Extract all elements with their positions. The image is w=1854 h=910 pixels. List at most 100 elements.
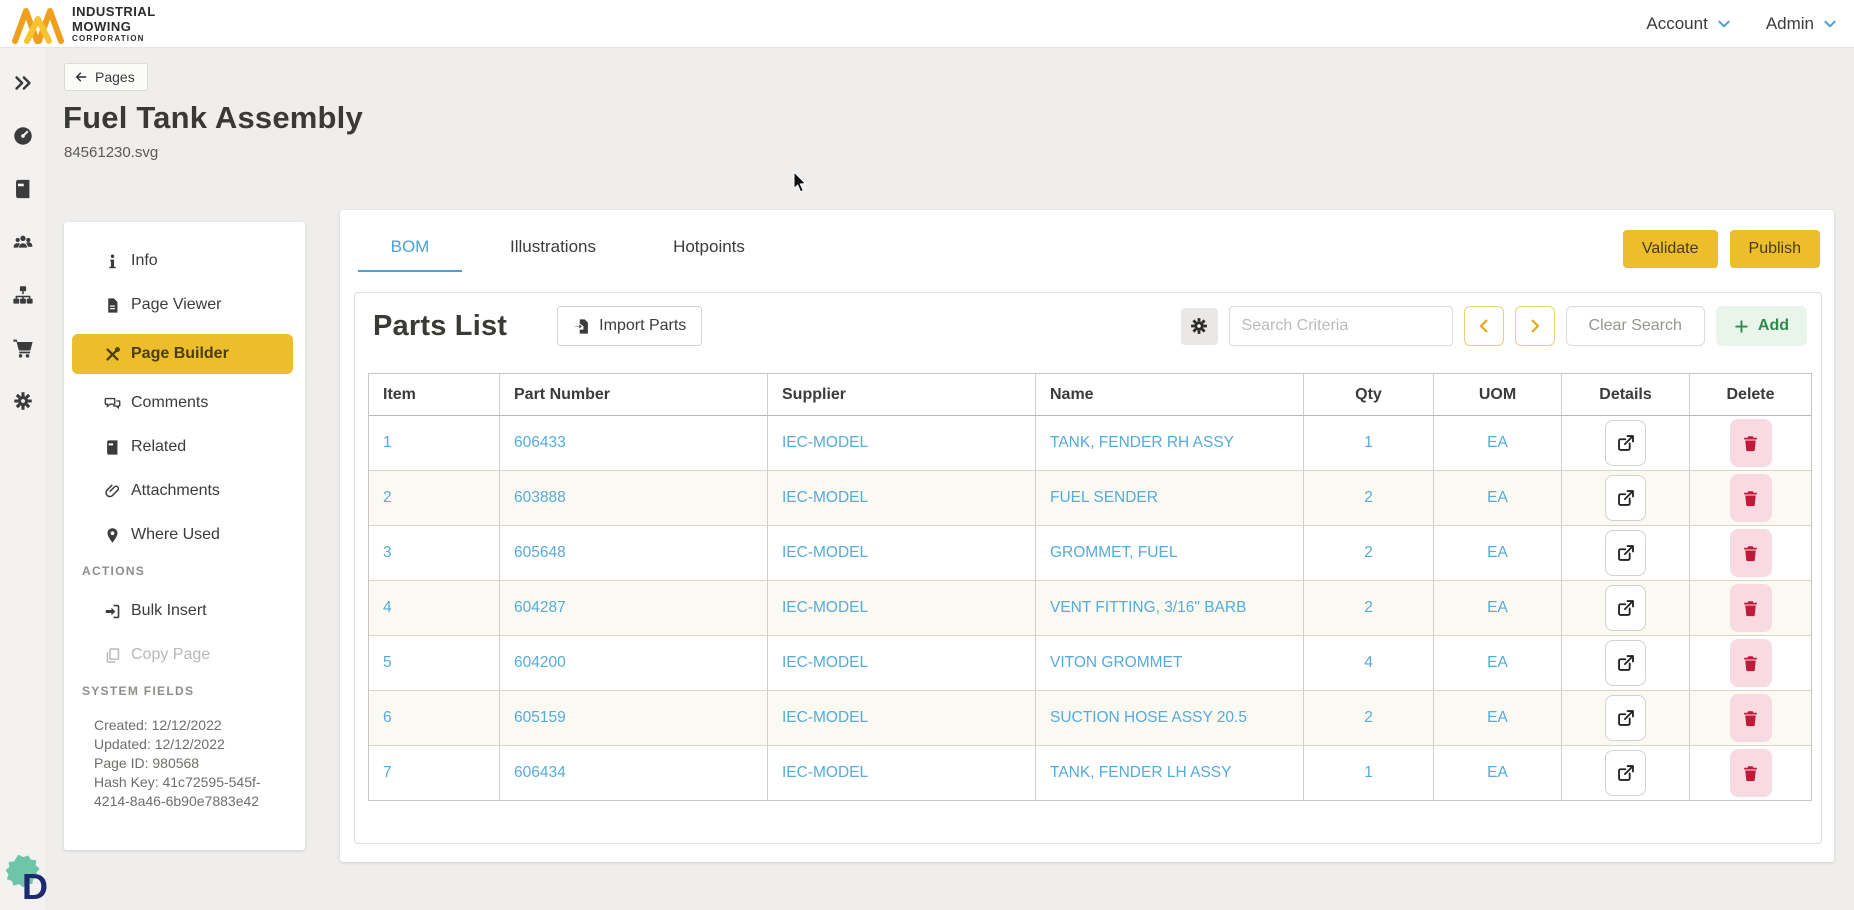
sidebar-item-page-builder[interactable]: Page Builder bbox=[72, 334, 293, 374]
qty-link[interactable]: 1 bbox=[1364, 764, 1373, 782]
delete-button[interactable] bbox=[1730, 749, 1772, 797]
supplier-link[interactable]: IEC-MODEL bbox=[782, 709, 868, 727]
sidebar-item-info[interactable]: Info bbox=[82, 246, 287, 276]
sitemap-icon[interactable] bbox=[12, 284, 34, 306]
tab-bom[interactable]: BOM bbox=[358, 228, 462, 272]
supplier-link[interactable]: IEC-MODEL bbox=[782, 544, 868, 562]
uom-link[interactable]: EA bbox=[1487, 709, 1508, 727]
name-link[interactable]: TANK, FENDER LH ASSY bbox=[1050, 764, 1231, 782]
users-icon[interactable] bbox=[12, 231, 34, 253]
supplier-link[interactable]: IEC-MODEL bbox=[782, 764, 868, 782]
delete-button[interactable] bbox=[1730, 694, 1772, 742]
clear-search-button[interactable]: Clear Search bbox=[1566, 306, 1705, 346]
dashboard-icon[interactable] bbox=[12, 125, 34, 147]
qty-link[interactable]: 2 bbox=[1364, 599, 1373, 617]
details-button[interactable] bbox=[1605, 695, 1646, 741]
uom-link[interactable]: EA bbox=[1487, 599, 1508, 617]
publish-button[interactable]: Publish bbox=[1730, 230, 1820, 268]
qty-link[interactable]: 2 bbox=[1364, 544, 1373, 562]
admin-menu[interactable]: Admin bbox=[1766, 14, 1838, 34]
name-link[interactable]: GROMMET, FUEL bbox=[1050, 544, 1177, 562]
sidebar-item-related[interactable]: Related bbox=[82, 432, 287, 462]
library-icon[interactable] bbox=[12, 178, 34, 200]
details-button[interactable] bbox=[1605, 640, 1646, 686]
details-button[interactable] bbox=[1605, 420, 1646, 466]
name-link[interactable]: TANK, FENDER RH ASSY bbox=[1050, 434, 1234, 452]
part-number-link[interactable]: 605648 bbox=[514, 544, 566, 562]
validate-button[interactable]: Validate bbox=[1623, 230, 1718, 268]
map-marker-icon bbox=[104, 527, 121, 544]
import-parts-button[interactable]: Import Parts bbox=[557, 306, 702, 346]
settings-icon[interactable] bbox=[12, 390, 34, 412]
external-link-icon bbox=[1615, 762, 1637, 784]
external-link-icon bbox=[1615, 487, 1637, 509]
supplier-link[interactable]: IEC-MODEL bbox=[782, 489, 868, 507]
item-link[interactable]: 4 bbox=[383, 599, 392, 617]
sidebar-item-comments[interactable]: Comments bbox=[82, 388, 287, 418]
delete-button[interactable] bbox=[1730, 474, 1772, 522]
add-part-button[interactable]: Add bbox=[1716, 306, 1807, 346]
trash-icon bbox=[1741, 599, 1760, 618]
delete-button[interactable] bbox=[1730, 529, 1772, 577]
tab-hotpoints[interactable]: Hotpoints bbox=[644, 228, 774, 272]
created-field: Created: 12/12/2022 bbox=[94, 716, 287, 735]
uom-link[interactable]: EA bbox=[1487, 434, 1508, 452]
back-to-pages-button[interactable]: Pages bbox=[64, 63, 148, 91]
item-link[interactable]: 6 bbox=[383, 709, 392, 727]
uom-link[interactable]: EA bbox=[1487, 489, 1508, 507]
previous-page-button[interactable] bbox=[1464, 306, 1504, 346]
name-link[interactable]: VENT FITTING, 3/16" BARB bbox=[1050, 599, 1246, 617]
delete-button[interactable] bbox=[1730, 584, 1772, 632]
name-link[interactable]: SUCTION HOSE ASSY 20.5 bbox=[1050, 709, 1247, 727]
details-button[interactable] bbox=[1605, 475, 1646, 521]
delete-button[interactable] bbox=[1730, 639, 1772, 687]
details-button[interactable] bbox=[1605, 750, 1646, 796]
sidebar-item-where-used[interactable]: Where Used bbox=[82, 520, 287, 550]
uom-link[interactable]: EA bbox=[1487, 764, 1508, 782]
sidebar-item-attachments[interactable]: Attachments bbox=[82, 476, 287, 506]
qty-link[interactable]: 2 bbox=[1364, 709, 1373, 727]
col-supplier: Supplier bbox=[767, 374, 1035, 415]
name-link[interactable]: FUEL SENDER bbox=[1050, 489, 1158, 507]
qty-link[interactable]: 1 bbox=[1364, 434, 1373, 452]
sidebar-item-page-viewer[interactable]: Page Viewer bbox=[82, 290, 287, 320]
item-link[interactable]: 2 bbox=[383, 489, 392, 507]
details-button[interactable] bbox=[1605, 585, 1646, 631]
uom-link[interactable]: EA bbox=[1487, 544, 1508, 562]
part-number-link[interactable]: 604287 bbox=[514, 599, 566, 617]
search-input[interactable] bbox=[1229, 306, 1453, 346]
item-link[interactable]: 5 bbox=[383, 654, 392, 672]
details-button[interactable] bbox=[1605, 530, 1646, 576]
expand-sidebar-icon[interactable] bbox=[12, 72, 34, 94]
account-menu[interactable]: Account bbox=[1646, 14, 1731, 34]
table-row: 7 606434 IEC-MODEL TANK, FENDER LH ASSY … bbox=[369, 745, 1811, 800]
documoto-logo: D bbox=[6, 855, 58, 907]
supplier-link[interactable]: IEC-MODEL bbox=[782, 654, 868, 672]
qty-link[interactable]: 4 bbox=[1364, 654, 1373, 672]
item-link[interactable]: 3 bbox=[383, 544, 392, 562]
table-settings-button[interactable] bbox=[1181, 308, 1218, 345]
part-number-link[interactable]: 606434 bbox=[514, 764, 566, 782]
item-link[interactable]: 1 bbox=[383, 434, 392, 452]
parts-toolbar: Parts List Import Parts Clear Search bbox=[355, 293, 1821, 359]
supplier-link[interactable]: IEC-MODEL bbox=[782, 434, 868, 452]
part-number-link[interactable]: 603888 bbox=[514, 489, 566, 507]
part-number-link[interactable]: 604200 bbox=[514, 654, 566, 672]
cart-icon[interactable] bbox=[12, 337, 34, 359]
sidebar-action-bulk-insert[interactable]: Bulk Insert bbox=[82, 596, 287, 626]
sign-in-icon bbox=[104, 603, 121, 620]
qty-link[interactable]: 2 bbox=[1364, 489, 1373, 507]
name-link[interactable]: VITON GROMMET bbox=[1050, 654, 1182, 672]
admin-label: Admin bbox=[1766, 14, 1814, 34]
delete-button[interactable] bbox=[1730, 419, 1772, 467]
part-number-link[interactable]: 606433 bbox=[514, 434, 566, 452]
next-page-button[interactable] bbox=[1515, 306, 1555, 346]
sidebar-item-label: Bulk Insert bbox=[131, 602, 207, 620]
item-link[interactable]: 7 bbox=[383, 764, 392, 782]
tab-illustrations[interactable]: Illustrations bbox=[488, 228, 618, 272]
mouse-cursor bbox=[793, 172, 811, 194]
uom-link[interactable]: EA bbox=[1487, 654, 1508, 672]
sidebar-action-copy-page[interactable]: Copy Page bbox=[82, 640, 287, 670]
part-number-link[interactable]: 605159 bbox=[514, 709, 566, 727]
supplier-link[interactable]: IEC-MODEL bbox=[782, 599, 868, 617]
